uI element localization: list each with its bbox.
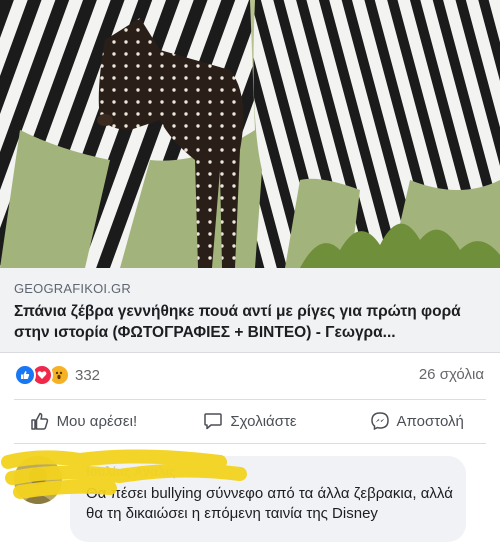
- post-actions: Μου αρέσει! Σχολιάστε Αποστολή: [0, 400, 500, 442]
- like-reaction-icon: [14, 364, 36, 386]
- divider: [14, 443, 486, 444]
- zebra-photo-illustration: [0, 0, 500, 268]
- comment-bubble: Ιουλίας Αναλις Θα πέσει bullying σύννεφο…: [70, 456, 466, 542]
- like-button[interactable]: Μου αρέσει!: [0, 400, 167, 442]
- send-button-label: Αποστολή: [396, 412, 464, 430]
- comment-text: Θα πέσει bullying σύννεφο από τα άλλα ζε…: [86, 485, 453, 522]
- post-photo[interactable]: [0, 0, 500, 268]
- thumbs-up-icon: [30, 412, 48, 430]
- comment-author[interactable]: Ιουλίας Αναλις: [86, 464, 176, 479]
- comments-count[interactable]: 26 σχόλια: [419, 366, 484, 383]
- link-domain: GEOGRAFIKOI.GR: [14, 281, 131, 296]
- send-button[interactable]: Αποστολή: [333, 400, 500, 442]
- avatar[interactable]: [14, 456, 62, 504]
- comment-button-label: Σχολιάστε: [230, 412, 297, 430]
- reaction-count: 332: [75, 366, 101, 384]
- comment-icon: [204, 413, 223, 430]
- comment-button[interactable]: Σχολιάστε: [167, 400, 334, 442]
- link-headline[interactable]: Σπάνια ζέβρα γεννήθηκε πουά αντί με ρίγε…: [14, 301, 490, 343]
- link-preview[interactable]: GEOGRAFIKOI.GR Σπάνια ζέβρα γεννήθηκε πο…: [0, 268, 500, 353]
- comment-item: Ιουλίας Αναλις Θα πέσει bullying σύννεφο…: [0, 448, 500, 549]
- like-button-label: Μου αρέσει!: [56, 412, 138, 430]
- reaction-summary[interactable]: 332: [14, 362, 100, 388]
- messenger-icon: [370, 412, 389, 431]
